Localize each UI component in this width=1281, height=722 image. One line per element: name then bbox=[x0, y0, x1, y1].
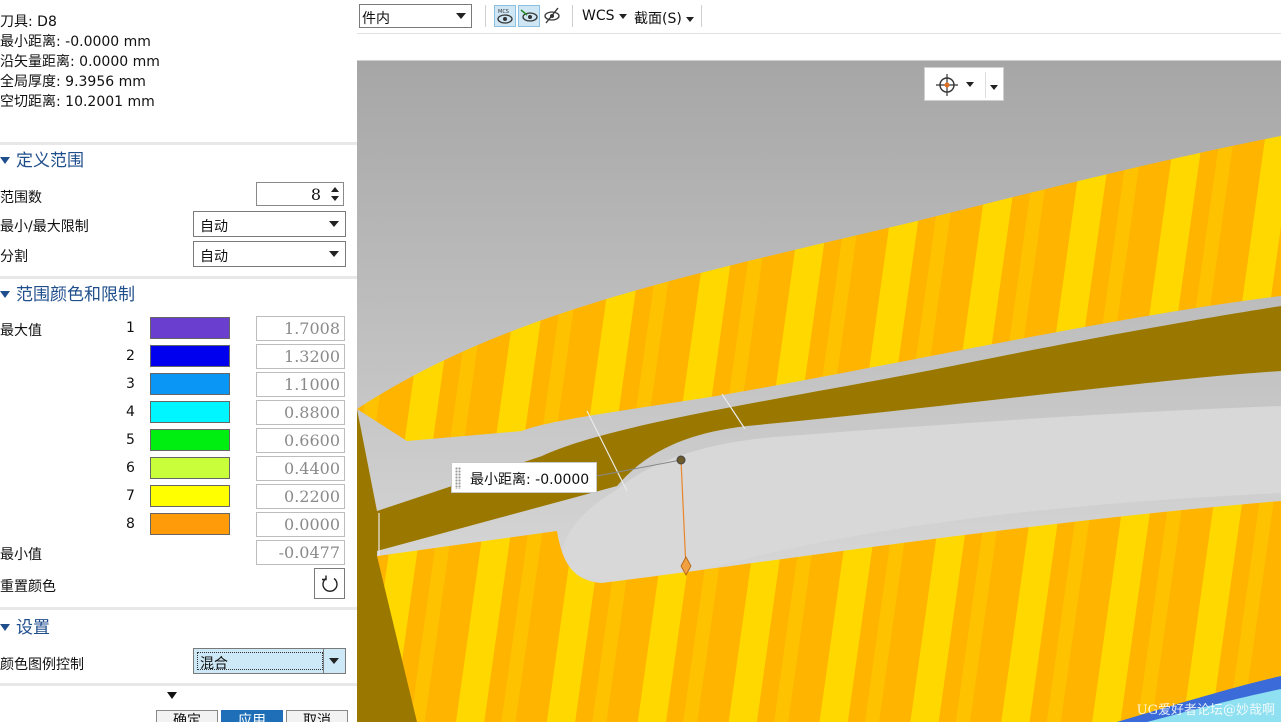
chevron-down-icon[interactable] bbox=[966, 82, 974, 87]
ok-button[interactable]: 确定 bbox=[156, 710, 218, 722]
top-toolbar: 件内 MCS WCS 截面(S) bbox=[357, 0, 1281, 34]
range-limit-field[interactable]: 1.1000 bbox=[256, 372, 345, 397]
range-index: 6 bbox=[126, 460, 135, 476]
range-limit-field[interactable]: 0.0000 bbox=[256, 512, 345, 537]
min-distance-tooltip[interactable]: 最小距离: -0.0000 bbox=[451, 462, 597, 493]
range-index: 7 bbox=[126, 488, 135, 504]
show-view-icon[interactable] bbox=[518, 5, 540, 27]
min-distance-point bbox=[676, 455, 686, 465]
section-menu[interactable]: 截面(S) bbox=[634, 8, 694, 28]
graphics-viewport[interactable]: 最小距离: -0.0000 UG爱好者论坛@妙哉啊 bbox=[357, 61, 1281, 722]
minmax-limit-select[interactable]: 自动 bbox=[193, 211, 346, 237]
watermark: UG爱好者论坛@妙哉啊 bbox=[1136, 703, 1275, 718]
color-range-row: 5 0.6600 bbox=[0, 428, 357, 454]
apply-button[interactable]: 应用 bbox=[221, 710, 283, 722]
color-range-row: 8 0.0000 bbox=[0, 512, 357, 538]
drag-handle-icon[interactable] bbox=[455, 467, 461, 489]
split-label: 分割 bbox=[0, 249, 28, 265]
color-swatch-button[interactable] bbox=[150, 485, 230, 507]
chevron-down-icon bbox=[618, 13, 627, 19]
analysis-info: 刀具: D8 最小距离: -0.0000 mm 沿矢量距离: 0.0000 mm… bbox=[0, 12, 160, 112]
info-tool: 刀具: D8 bbox=[0, 14, 57, 30]
chevron-down-icon bbox=[329, 221, 339, 227]
range-limit-field[interactable]: 1.7008 bbox=[256, 316, 345, 341]
chevron-down-icon bbox=[685, 16, 694, 22]
chevron-down-icon[interactable] bbox=[990, 85, 998, 90]
range-count-spinner[interactable]: 8 bbox=[256, 182, 344, 206]
section-divider bbox=[0, 142, 357, 145]
range-index: 2 bbox=[126, 348, 135, 364]
crosshair-icon bbox=[936, 74, 958, 96]
range-limit-field[interactable]: 0.6600 bbox=[256, 428, 345, 453]
view-orient-control[interactable] bbox=[924, 67, 1004, 101]
info-air-cut-distance: 空切距离: 10.2001 mm bbox=[0, 94, 155, 110]
info-min-distance: 最小距离: -0.0000 mm bbox=[0, 34, 151, 50]
cancel-button[interactable]: 取消 bbox=[286, 710, 348, 722]
chevron-down-icon bbox=[456, 13, 466, 19]
chevron-down-icon bbox=[329, 251, 339, 257]
color-range-row: 2 1.3200 bbox=[0, 344, 357, 370]
info-vector-distance: 沿矢量距离: 0.0000 mm bbox=[0, 54, 160, 70]
section-header-settings[interactable]: 设置 bbox=[0, 616, 50, 640]
color-swatch-button[interactable] bbox=[150, 401, 230, 423]
range-index: 5 bbox=[126, 432, 135, 448]
color-swatch-button[interactable] bbox=[150, 429, 230, 451]
color-range-row: 7 0.2200 bbox=[0, 484, 357, 510]
color-range-row: 6 0.4400 bbox=[0, 456, 357, 482]
show-mcs-icon[interactable]: MCS bbox=[494, 5, 516, 27]
split-select[interactable]: 自动 bbox=[193, 241, 346, 267]
part-model bbox=[357, 61, 1281, 722]
chevron-down-icon bbox=[329, 658, 339, 664]
range-count-value: 8 bbox=[310, 185, 321, 204]
hide-icon[interactable] bbox=[542, 5, 564, 27]
color-swatch-button[interactable] bbox=[150, 457, 230, 479]
min-value-label: 最小值 bbox=[0, 547, 42, 563]
range-limit-field[interactable]: 0.2200 bbox=[256, 484, 345, 509]
range-limit-field[interactable]: 0.8800 bbox=[256, 400, 345, 425]
minmax-limit-label: 最小/最大限制 bbox=[0, 219, 89, 235]
color-swatch-button[interactable] bbox=[150, 373, 230, 395]
collapse-triangle-icon bbox=[0, 290, 10, 298]
range-count-label: 范围数 bbox=[0, 190, 42, 206]
color-swatch-button[interactable] bbox=[150, 513, 230, 535]
range-index: 4 bbox=[126, 404, 135, 420]
section-header-range-colors[interactable]: 范围颜色和限制 bbox=[0, 283, 135, 307]
legend-control-label: 颜色图例控制 bbox=[0, 657, 84, 673]
range-limit-field[interactable]: 0.4400 bbox=[256, 456, 345, 481]
reset-colors-button[interactable] bbox=[314, 568, 345, 599]
color-range-row: 1 1.7008 bbox=[0, 316, 357, 342]
collapse-triangle-icon bbox=[0, 623, 10, 631]
range-index: 8 bbox=[126, 516, 135, 532]
section-divider bbox=[0, 607, 357, 610]
wcs-menu[interactable]: WCS bbox=[582, 8, 627, 24]
color-swatch-button[interactable] bbox=[150, 345, 230, 367]
svg-text:MCS: MCS bbox=[498, 9, 509, 15]
section-divider bbox=[0, 683, 357, 686]
min-value-field[interactable]: -0.0477 bbox=[256, 540, 345, 565]
reset-colors-label: 重置颜色 bbox=[0, 579, 56, 595]
selection-filter-select[interactable]: 件内 bbox=[359, 4, 472, 28]
color-range-row: 4 0.8800 bbox=[0, 400, 357, 426]
info-global-thickness: 全局厚度: 9.3956 mm bbox=[0, 74, 146, 90]
color-range-row: 3 1.1000 bbox=[0, 372, 357, 398]
range-limit-field[interactable]: 1.3200 bbox=[256, 344, 345, 369]
range-index: 3 bbox=[126, 376, 135, 392]
analysis-panel: 刀具: D8 最小距离: -0.0000 mm 沿矢量距离: 0.0000 mm… bbox=[0, 0, 358, 722]
collapse-triangle-icon bbox=[0, 156, 10, 164]
spinner-arrows-icon[interactable] bbox=[329, 185, 341, 203]
range-index: 1 bbox=[126, 320, 135, 336]
reset-icon bbox=[322, 575, 338, 592]
expand-more-icon[interactable] bbox=[167, 692, 177, 699]
color-swatch-button[interactable] bbox=[150, 317, 230, 339]
legend-control-select[interactable]: 混合 bbox=[193, 648, 346, 674]
section-divider bbox=[0, 276, 357, 279]
toolbar-strip bbox=[357, 34, 1281, 61]
section-header-define-range[interactable]: 定义范围 bbox=[0, 149, 84, 173]
